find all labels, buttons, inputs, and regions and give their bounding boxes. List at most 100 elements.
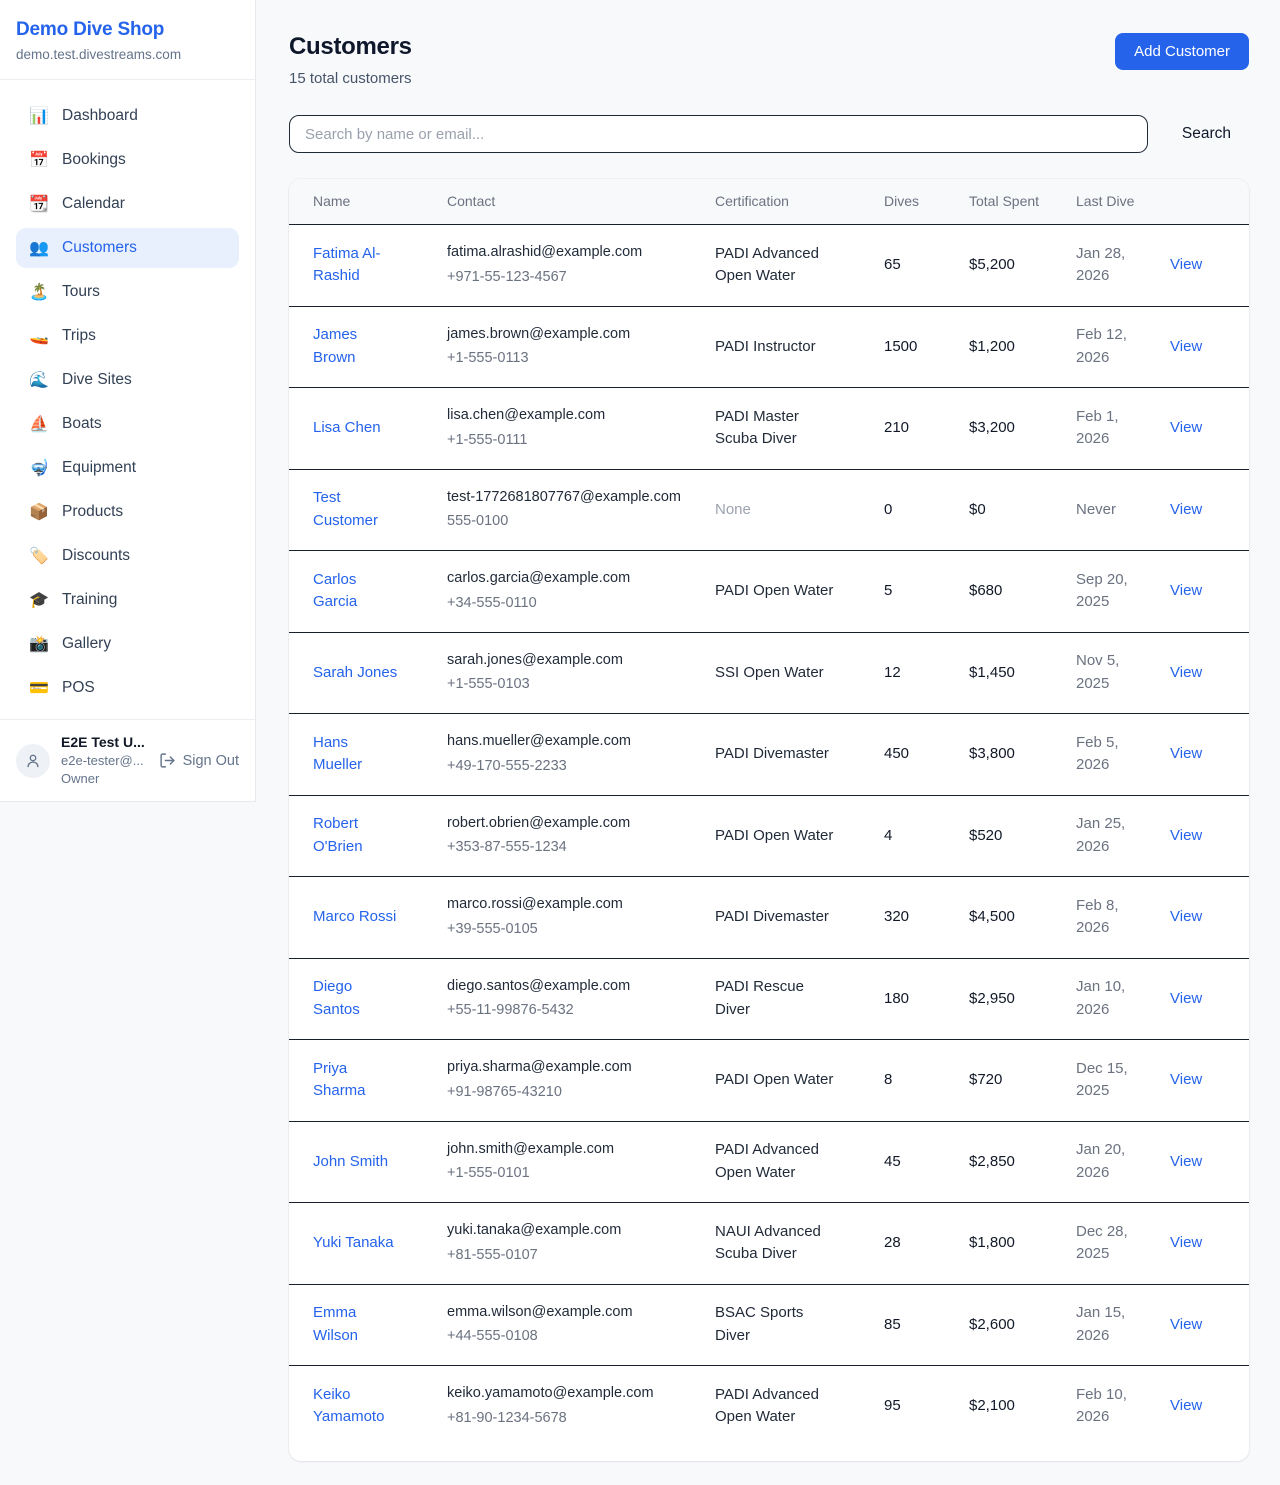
customer-name-link[interactable]: James Brown [289, 306, 435, 388]
sidebar-item-label: Dashboard [62, 107, 138, 125]
view-link[interactable]: View [1170, 1153, 1202, 1170]
add-customer-button[interactable]: Add Customer [1115, 33, 1249, 70]
view-link[interactable]: View [1170, 827, 1202, 844]
view-link[interactable]: View [1170, 256, 1202, 273]
customer-name-link[interactable]: Robert O'Brien [289, 795, 435, 877]
customer-email: carlos.garcia@example.com [447, 568, 691, 590]
diving-mask-icon: 🤿 [29, 458, 49, 478]
sidebar-item-label: Trips [62, 327, 96, 345]
customer-phone: +34-555-0110 [447, 593, 691, 615]
sidebar-item-customers[interactable]: 👥 Customers [16, 228, 239, 268]
customer-contact: test-1772681807767@example.com 555-0100 [435, 469, 703, 551]
speedboat-icon: 🚤 [29, 326, 49, 346]
sidebar-item-equipment[interactable]: 🤿 Equipment [16, 448, 239, 488]
customer-name-link[interactable]: Marco Rossi [289, 877, 435, 959]
customer-name-link[interactable]: Fatima Al-Rashid [289, 225, 435, 307]
customer-total-spent: $1,200 [957, 306, 1064, 388]
sidebar-item-calendar[interactable]: 📆 Calendar [16, 184, 239, 224]
customer-total-spent: $5,200 [957, 225, 1064, 307]
customer-total-spent: $3,800 [957, 714, 1064, 796]
sidebar-item-products[interactable]: 📦 Products [16, 492, 239, 532]
customer-email: yuki.tanaka@example.com [447, 1220, 691, 1242]
customer-name-link[interactable]: Diego Santos [289, 958, 435, 1040]
customer-phone: +1-555-0111 [447, 430, 691, 452]
app-root: Demo Dive Shop demo.test.divestreams.com… [0, 0, 1280, 1461]
view-link[interactable]: View [1170, 1397, 1202, 1414]
sidebar-item-dive-sites[interactable]: 🌊 Dive Sites [16, 360, 239, 400]
customer-certification: PADI Advanced Open Water [703, 1366, 872, 1447]
customer-certification: PADI Open Water [703, 1040, 872, 1122]
customer-email: robert.obrien@example.com [447, 813, 691, 835]
customer-contact: diego.santos@example.com +55-11-99876-54… [435, 958, 703, 1040]
table-row: Yuki Tanaka yuki.tanaka@example.com +81-… [289, 1203, 1249, 1285]
sign-out-label: Sign Out [183, 753, 239, 769]
view-link[interactable]: View [1170, 990, 1202, 1007]
sidebar-item-training[interactable]: 🎓 Training [16, 580, 239, 620]
customer-certification: PADI Divemaster [703, 877, 872, 959]
table-row: Test Customer test-1772681807767@example… [289, 469, 1249, 551]
sidebar-item-boats[interactable]: ⛵ Boats [16, 404, 239, 444]
package-icon: 📦 [29, 502, 49, 522]
customer-name-link[interactable]: John Smith [289, 1121, 435, 1203]
view-link[interactable]: View [1170, 1316, 1202, 1333]
customer-contact: keiko.yamamoto@example.com +81-90-1234-5… [435, 1366, 703, 1447]
customer-certification: PADI Advanced Open Water [703, 1121, 872, 1203]
view-link[interactable]: View [1170, 745, 1202, 762]
customer-name-link[interactable]: Test Customer [289, 469, 435, 551]
avatar [16, 744, 50, 778]
sidebar-item-label: Gallery [62, 635, 111, 653]
customer-last-dive: Jan 25, 2026 [1064, 795, 1170, 877]
column-dives: Dives [872, 179, 957, 225]
view-link[interactable]: View [1170, 501, 1202, 518]
search-button[interactable]: Search [1176, 124, 1237, 144]
customers-table: Name Contact Certification Dives Total S… [289, 179, 1249, 1447]
customer-dives: 0 [872, 469, 957, 551]
sidebar-header: Demo Dive Shop demo.test.divestreams.com [0, 0, 255, 80]
sidebar-item-discounts[interactable]: 🏷️ Discounts [16, 536, 239, 576]
customer-name-link[interactable]: Keiko Yamamoto [289, 1366, 435, 1447]
sidebar-item-dashboard[interactable]: 📊 Dashboard [16, 96, 239, 136]
customer-total-spent: $2,950 [957, 958, 1064, 1040]
view-link[interactable]: View [1170, 664, 1202, 681]
view-link[interactable]: View [1170, 1234, 1202, 1251]
table-row: Priya Sharma priya.sharma@example.com +9… [289, 1040, 1249, 1122]
customer-last-dive: Feb 8, 2026 [1064, 877, 1170, 959]
customer-name-link[interactable]: Hans Mueller [289, 714, 435, 796]
customer-certification: BSAC Sports Diver [703, 1284, 872, 1366]
view-link[interactable]: View [1170, 582, 1202, 599]
customer-total-spent: $2,850 [957, 1121, 1064, 1203]
customer-name-link[interactable]: Emma Wilson [289, 1284, 435, 1366]
search-input[interactable] [289, 115, 1148, 153]
sidebar-footer: E2E Test U... e2e-tester@... Owner Sign … [0, 719, 255, 801]
customer-name-link[interactable]: Yuki Tanaka [289, 1203, 435, 1285]
customer-email: lisa.chen@example.com [447, 405, 691, 427]
view-link[interactable]: View [1170, 1071, 1202, 1088]
customer-certification: PADI Instructor [703, 306, 872, 388]
customer-name-link[interactable]: Lisa Chen [289, 388, 435, 470]
view-link[interactable]: View [1170, 338, 1202, 355]
customer-contact: yuki.tanaka@example.com +81-555-0107 [435, 1203, 703, 1285]
sidebar-item-gallery[interactable]: 📸 Gallery [16, 624, 239, 664]
view-link[interactable]: View [1170, 419, 1202, 436]
sidebar-item-tours[interactable]: 🏝️ Tours [16, 272, 239, 312]
customer-dives: 95 [872, 1366, 957, 1447]
column-total-spent: Total Spent [957, 179, 1064, 225]
customer-name-link[interactable]: Priya Sharma [289, 1040, 435, 1122]
customer-total-spent: $4,500 [957, 877, 1064, 959]
sign-out-button[interactable]: Sign Out [159, 752, 239, 769]
customer-dives: 4 [872, 795, 957, 877]
customer-phone: +91-98765-43210 [447, 1082, 691, 1104]
user-name: E2E Test U... [61, 733, 148, 751]
customer-email: fatima.alrashid@example.com [447, 242, 691, 264]
customer-name-link[interactable]: Sarah Jones [289, 632, 435, 714]
sidebar-item-bookings[interactable]: 📅 Bookings [16, 140, 239, 180]
sidebar-item-pos[interactable]: 💳 POS [16, 668, 239, 708]
customer-dives: 8 [872, 1040, 957, 1122]
sidebar-nav: 📊 Dashboard 📅 Bookings 📆 Calendar 👥 Cust… [0, 80, 255, 719]
view-link[interactable]: View [1170, 908, 1202, 925]
tear-off-calendar-icon: 📆 [29, 194, 49, 214]
table-row: Keiko Yamamoto keiko.yamamoto@example.co… [289, 1366, 1249, 1447]
customer-name-link[interactable]: Carlos Garcia [289, 551, 435, 633]
customer-dives: 450 [872, 714, 957, 796]
sidebar-item-trips[interactable]: 🚤 Trips [16, 316, 239, 356]
